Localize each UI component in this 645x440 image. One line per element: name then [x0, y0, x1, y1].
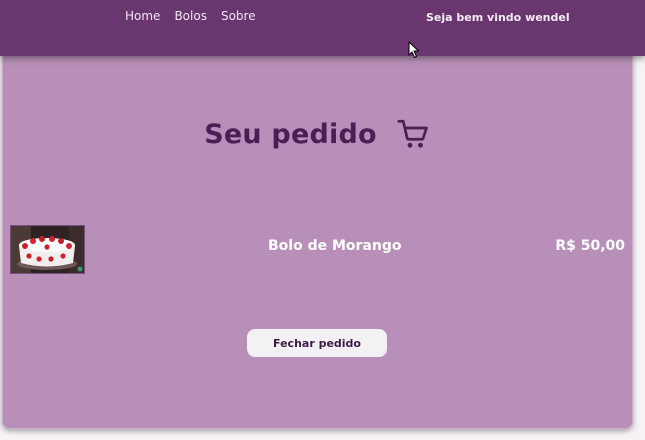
nav-link-bolos[interactable]: Bolos: [174, 9, 207, 23]
item-name: Bolo de Morango: [268, 238, 402, 254]
navbar: Home Bolos Sobre Seja bem vindo wendel: [0, 0, 645, 56]
nav-links: Home Bolos Sobre: [125, 9, 256, 23]
welcome-message: Seja bem vindo wendel: [426, 11, 570, 24]
order-card: Seu pedido Bolo de Morango R$ 50,00 Fech…: [2, 40, 633, 429]
strawberry-cake-image: [10, 225, 85, 274]
nav-link-sobre[interactable]: Sobre: [221, 9, 256, 23]
close-order-button[interactable]: Fechar pedido: [247, 329, 387, 357]
mouse-cursor-icon: [408, 41, 419, 58]
order-item: Bolo de Morango R$ 50,00: [2, 223, 633, 274]
item-price: R$ 50,00: [555, 238, 625, 254]
page: Home Bolos Sobre Seja bem vindo wendel S…: [0, 0, 645, 440]
shopping-cart-icon: [397, 119, 428, 148]
nav-link-home[interactable]: Home: [125, 9, 160, 23]
order-header: Seu pedido: [2, 116, 633, 152]
page-title: Seu pedido: [204, 118, 377, 150]
